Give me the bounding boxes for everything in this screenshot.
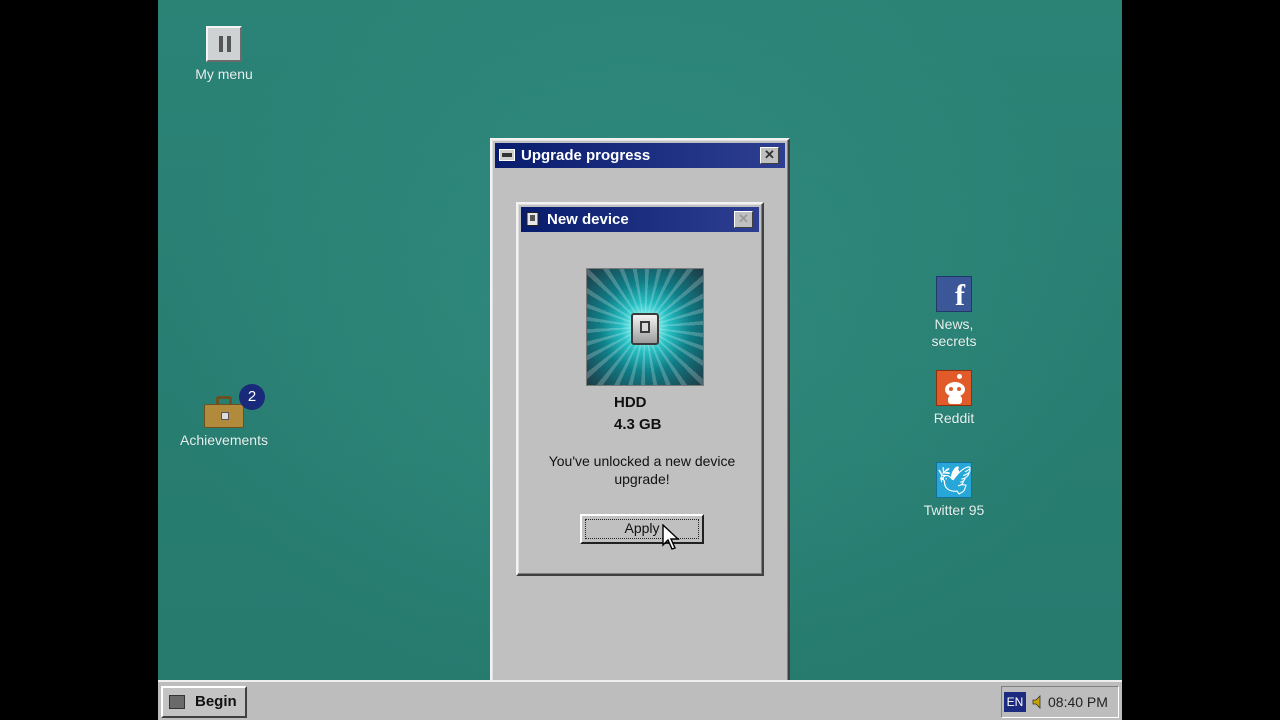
notification-badge: 2: [239, 384, 265, 410]
hdd-icon: [526, 212, 539, 226]
window-title: New device: [547, 211, 629, 228]
window-icon: [499, 149, 515, 161]
device-name: HDD: [614, 394, 647, 411]
device-dialog-titlebar[interactable]: New device ✕: [521, 207, 759, 232]
apply-button[interactable]: Apply: [580, 514, 704, 544]
unlock-message: You've unlocked a new device upgrade!: [548, 453, 736, 487]
close-button[interactable]: ✕: [734, 211, 753, 228]
desktop-icon-achievements[interactable]: 2 Achievements: [169, 384, 279, 449]
window-title: Upgrade progress: [521, 147, 651, 164]
desktop-icon-label: My menu: [195, 66, 253, 82]
new-device-dialog: New device ✕ HDD 4.3 GB You've unlocked …: [516, 202, 764, 576]
start-icon: [169, 695, 185, 709]
desktop-icon-label: Twitter 95: [923, 502, 985, 518]
start-button[interactable]: Begin: [161, 686, 247, 718]
facebook-icon: f: [936, 276, 972, 312]
device-image: [586, 268, 704, 386]
language-indicator[interactable]: EN: [1004, 692, 1026, 712]
menu-icon: [206, 26, 242, 62]
device-size: 4.3 GB: [614, 416, 662, 433]
desktop-icon-reddit[interactable]: Reddit: [899, 370, 1009, 427]
mouse-cursor-icon: [662, 524, 680, 550]
reddit-icon: [936, 370, 972, 406]
desktop-icon-my-menu[interactable]: My menu: [169, 26, 279, 83]
clock: 08:40 PM: [1048, 694, 1108, 710]
hard-drive-icon: [631, 313, 659, 345]
desktop-icon-twitter[interactable]: 🕊 Twitter 95: [899, 462, 1009, 519]
desktop: My menu 2 Achievements f News, secrets R…: [158, 0, 1122, 720]
taskbar: Begin EN 08:40 PM: [158, 680, 1122, 720]
desktop-icon-label: News, secrets: [931, 316, 977, 349]
start-label: Begin: [195, 693, 237, 710]
twitter-icon: 🕊: [936, 462, 973, 498]
close-icon: ✕: [738, 211, 749, 226]
desktop-icon-news[interactable]: f News, secrets: [899, 276, 1009, 350]
system-tray: EN 08:40 PM: [1001, 686, 1119, 718]
close-icon: ✕: [764, 147, 775, 162]
desktop-icon-label: Reddit: [933, 410, 975, 426]
upgrade-window-titlebar[interactable]: Upgrade progress ✕: [495, 143, 785, 168]
volume-icon[interactable]: [1032, 695, 1044, 709]
desktop-icon-label: Achievements: [180, 432, 268, 448]
close-button[interactable]: ✕: [760, 147, 779, 164]
briefcase-icon: [204, 396, 244, 428]
